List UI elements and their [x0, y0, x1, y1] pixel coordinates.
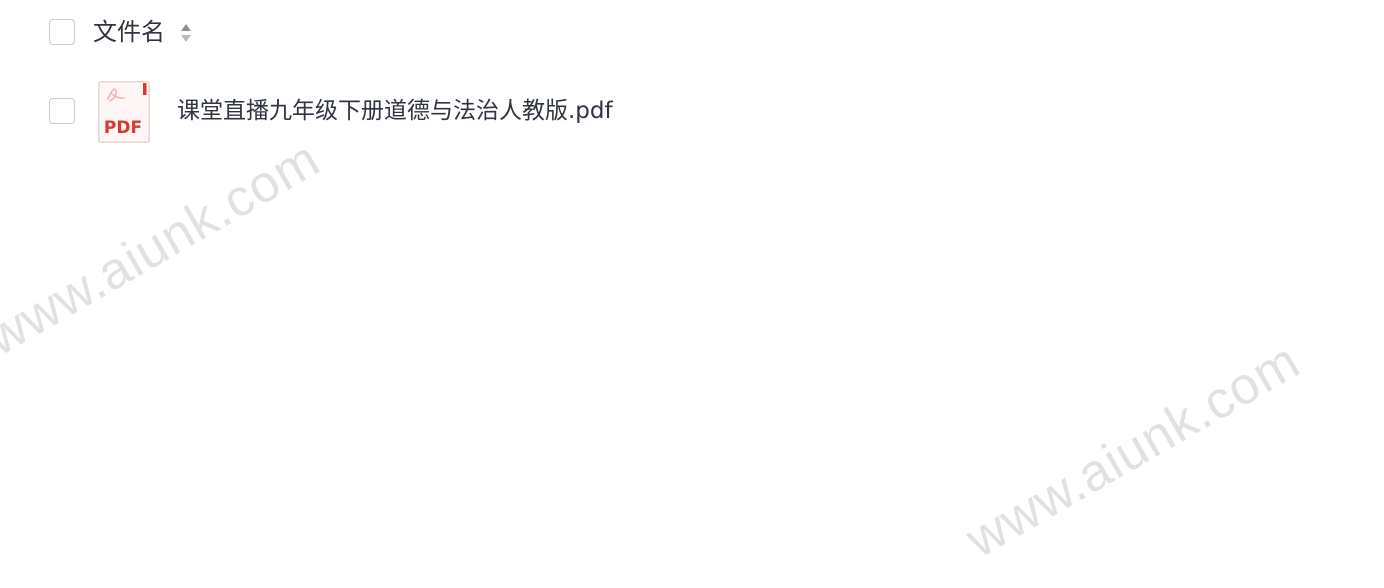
- watermark: www.aiunk.com: [0, 129, 330, 368]
- sort-updown-icon[interactable]: [179, 21, 193, 45]
- select-all-checkbox[interactable]: [49, 19, 75, 45]
- file-list-page: 文件名 PDF 课堂直播九年级下册道德与法治人教版.pdf www.aiunk.…: [0, 0, 1384, 588]
- watermark: www.aiunk.com: [956, 331, 1310, 570]
- pdf-label: PDF: [104, 118, 142, 138]
- pdf-file-icon: PDF: [98, 81, 150, 143]
- row-checkbox[interactable]: [49, 98, 75, 124]
- file-name-link[interactable]: 课堂直播九年级下册道德与法治人教版.pdf: [177, 94, 613, 128]
- column-header-filename[interactable]: 文件名: [93, 14, 165, 50]
